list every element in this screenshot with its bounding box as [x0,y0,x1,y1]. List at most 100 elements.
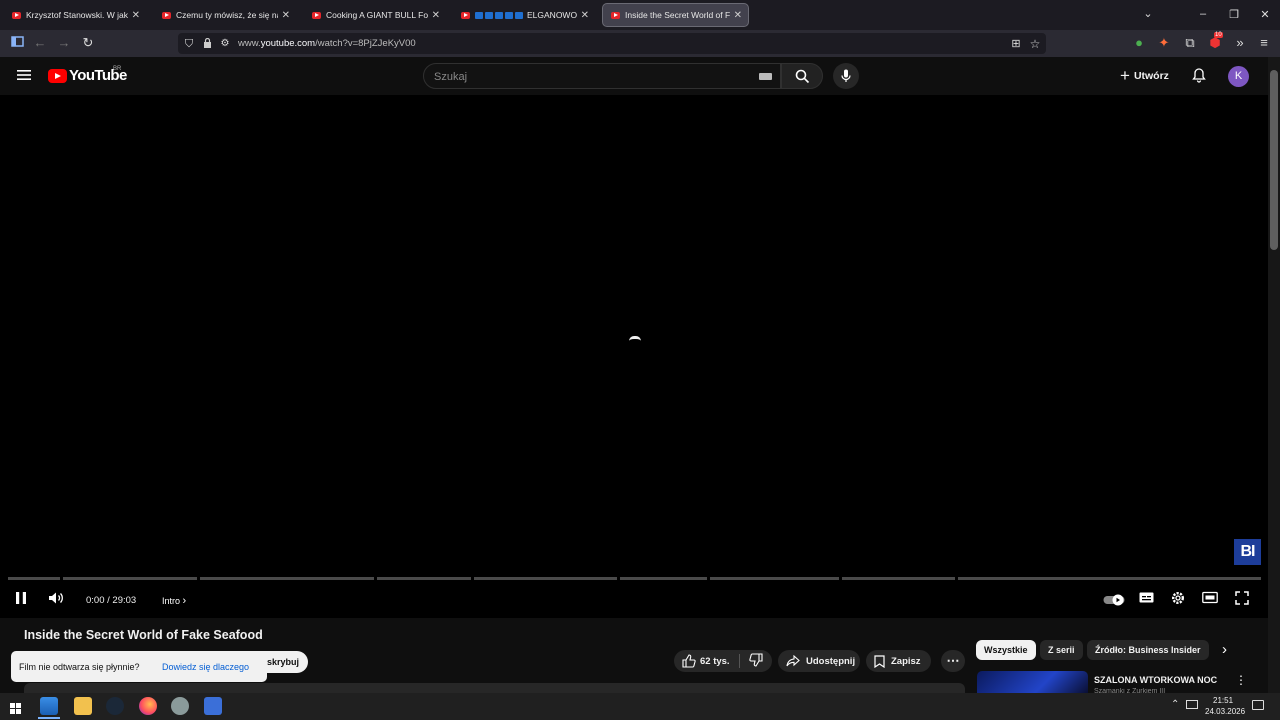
chip-series[interactable]: Z serii [1040,640,1083,660]
chapter-segment[interactable] [842,577,955,580]
more-actions-icon[interactable]: ⋯ [941,650,965,672]
fox-extension-icon[interactable]: ✦ [1156,35,1172,51]
close-tab-icon[interactable]: ✕ [282,10,290,21]
network-icon[interactable] [1186,700,1198,709]
forward-arrow-icon[interactable]: → [56,35,72,51]
notifications-bell-icon[interactable] [1192,68,1206,88]
bookmark-star-icon[interactable]: ☆ [1027,36,1043,52]
browser-tab[interactable]: Krzysztof Stanowski. W jakiej sy ✕ [4,3,146,27]
theater-mode-icon[interactable] [1202,591,1218,609]
time-display: 0:00 / 29:03 [86,595,137,606]
search-input[interactable]: Szukaj [423,63,781,89]
autoplay-toggle[interactable] [1103,593,1125,611]
chapter-segment[interactable] [377,577,471,580]
restore-icon[interactable]: ❐ [1226,8,1242,21]
notifications-center-icon[interactable] [1252,700,1264,710]
like-dislike-group: 62 tys. [674,650,772,672]
chapter-segment[interactable] [63,577,197,580]
recommendation-thumbnail[interactable] [977,671,1088,693]
chevron-right-icon[interactable]: › [1222,641,1227,658]
browser-tab[interactable]: ELGANOWO: Di ✕ [453,3,595,27]
youtube-logo-icon[interactable] [48,69,67,83]
close-tab-icon[interactable]: ✕ [132,10,140,21]
url-bar[interactable]: ⛉ ⚙ www.youtube.com/watch?v=8PjZJeKyV00 … [178,33,1046,54]
back-arrow-icon[interactable]: ← [32,35,48,51]
menu-hamburger-icon[interactable]: ≡ [1256,35,1272,51]
vpn-extension-icon[interactable]: ● [1131,35,1147,51]
channel-watermark[interactable]: BI [1234,539,1261,565]
clock-time[interactable]: 21:51 [1213,696,1233,705]
like-button[interactable]: 62 tys. [674,654,730,668]
translate-icon[interactable]: ⊞ [1008,36,1024,52]
avatar[interactable]: K [1228,66,1249,87]
browser-tab-active[interactable]: Inside the Secret World of Fake ✕ [602,3,749,27]
pause-icon[interactable] [14,591,28,610]
dislike-button[interactable] [748,652,763,670]
chapter-segment[interactable] [620,577,707,580]
close-tab-icon[interactable]: ✕ [432,10,440,21]
more-options-icon[interactable]: ⋮ [1235,673,1247,687]
pc-app-icon[interactable] [40,697,58,715]
chapter-segment[interactable] [958,577,1261,580]
tab-title: Czemu ty mówisz, że się na ciel [176,10,278,20]
fullscreen-icon[interactable] [1235,591,1249,610]
clock-date[interactable]: 24.03.2026 [1205,707,1245,716]
video-player[interactable]: BI 0:00 / 29:03 Intro › [0,95,1268,618]
settings-gear-icon[interactable] [1171,591,1185,610]
progress-bar[interactable] [8,577,1261,580]
calculator-icon[interactable] [204,697,222,715]
share-button[interactable]: Udostępnij [778,650,860,672]
search-icon [795,69,810,84]
sidebar-toggle-icon[interactable] [9,35,25,51]
keyboard-icon[interactable] [759,73,772,80]
tab-title: Inside the Secret World of Fake [625,10,730,20]
steam-icon[interactable] [106,697,124,715]
extensions-puzzle-icon[interactable]: ⧉ [1182,35,1198,51]
close-window-icon[interactable]: ✕ [1257,8,1273,21]
bookmark-icon [874,654,885,668]
browser-navbar: ← → ↻ ⛉ ⚙ www.youtube.com/watch?v=8PjZJe… [0,30,1280,57]
url-text[interactable]: www.youtube.com/watch?v=8PjZJeKyV00 [238,38,416,49]
app-icon[interactable] [171,697,189,715]
save-button[interactable]: Zapisz [866,650,931,672]
windows-start-icon[interactable] [10,701,21,719]
page-scrollbar[interactable] [1268,57,1280,693]
voice-search-button[interactable] [833,63,859,89]
chapter-segment[interactable] [8,577,60,580]
chip-all[interactable]: Wszystkie [976,640,1036,660]
browser-tab[interactable]: Cooking A GIANT BULL For A G ✕ [304,3,446,27]
chip-source[interactable]: Źródło: Business Insider [1087,640,1209,660]
minimize-icon[interactable]: – [1195,8,1211,20]
tab-list-chevron-icon[interactable]: ⌄ [1140,7,1156,20]
lock-icon[interactable] [199,36,215,52]
create-button[interactable]: + Utwórz [1120,65,1169,87]
chapter-segment[interactable] [200,577,374,580]
reload-icon[interactable]: ↻ [80,35,96,51]
close-tab-icon[interactable]: ✕ [581,10,589,21]
scrollbar-thumb[interactable] [1270,70,1278,250]
overflow-chevrons-icon[interactable]: » [1232,35,1248,51]
description-box[interactable] [24,683,965,693]
like-count: 62 tys. [700,655,730,667]
shield-icon[interactable]: ⛉ [181,36,197,52]
volume-icon[interactable] [48,591,65,610]
browser-tab-strip: Krzysztof Stanowski. W jakiej sy ✕ Czemu… [0,0,1280,30]
tray-chevron-up-icon[interactable]: ⌃ [1171,699,1179,710]
learn-why-link[interactable]: Dowiedz się dlaczego [162,662,249,672]
thumbs-up-icon [682,654,696,668]
guide-menu-icon[interactable] [17,68,31,86]
firefox-icon[interactable] [139,697,157,715]
toast-text: Film nie odtwarza się płynnie? [19,662,140,672]
chapter-button[interactable]: Intro › [162,595,186,607]
chapter-segment[interactable] [710,577,839,580]
browser-tab[interactable]: Czemu ty mówisz, że się na ciel ✕ [154,3,296,27]
subtitles-icon[interactable] [1139,591,1154,609]
file-explorer-icon[interactable] [74,697,92,715]
recommendation-title[interactable]: SZALONA WTORKOWA NOC [1094,675,1217,685]
permissions-icon[interactable]: ⚙ [217,36,233,52]
save-label: Zapisz [891,655,921,667]
close-tab-icon[interactable]: ✕ [734,10,742,21]
chapter-segment[interactable] [474,577,617,580]
search-button[interactable] [781,63,823,89]
youtube-favicon-icon [162,11,171,19]
